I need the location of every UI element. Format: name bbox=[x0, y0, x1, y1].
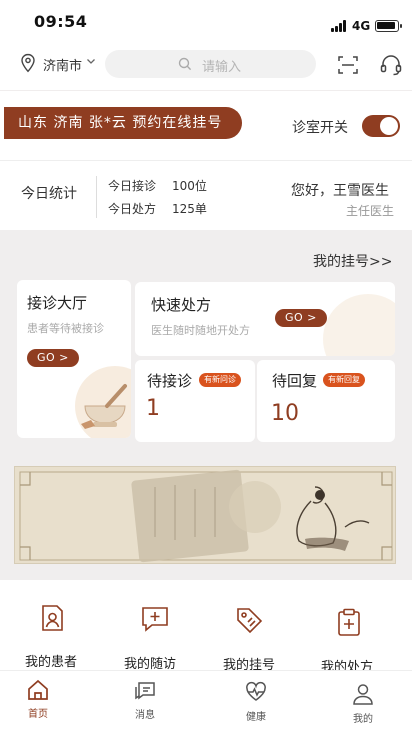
quick-prescription-go-button[interactable]: GO > bbox=[275, 309, 327, 327]
reception-hall-title: 接诊大厅 bbox=[27, 294, 88, 312]
tab-health-label[interactable]: 健康 bbox=[246, 708, 266, 723]
stats-divider bbox=[96, 176, 97, 218]
tab-messages-label[interactable]: 消息 bbox=[135, 706, 155, 721]
battery-icon bbox=[375, 20, 402, 32]
room-switch-label: 诊室开关 bbox=[292, 120, 348, 136]
my-registration-link[interactable]: 我的挂号>> bbox=[313, 251, 392, 271]
stats-title: 今日统计 bbox=[21, 186, 77, 202]
scan-icon[interactable] bbox=[338, 55, 358, 75]
room-switch-toggle[interactable] bbox=[362, 115, 400, 137]
signal-icon bbox=[331, 20, 349, 32]
message-icon[interactable] bbox=[133, 679, 157, 703]
pending-replies-count: 10 bbox=[271, 401, 299, 426]
new-consult-badge: 有新问诊 bbox=[199, 373, 241, 387]
quick-prescription-title: 快速处方 bbox=[151, 296, 212, 314]
doctor-title: 主任医生 bbox=[346, 204, 395, 218]
grid-label-my-patients[interactable]: 我的患者 bbox=[25, 651, 77, 670]
stat-value-visits: 100位 bbox=[172, 179, 207, 193]
tag-icon[interactable] bbox=[234, 605, 264, 635]
chevron-down-icon[interactable] bbox=[85, 55, 97, 67]
status-time: 09:54 bbox=[34, 12, 88, 31]
registration-banner[interactable]: 山东 济南 张*云 预约在线挂号 bbox=[4, 107, 242, 139]
network-type: 4G bbox=[352, 19, 371, 33]
prescription-clipboard-icon[interactable] bbox=[334, 607, 364, 637]
health-heart-icon[interactable] bbox=[244, 680, 268, 704]
tab-profile-label[interactable]: 我的 bbox=[353, 710, 373, 725]
chinese-painting-banner[interactable] bbox=[14, 466, 396, 564]
pending-visits-title: 待接诊 bbox=[147, 372, 193, 390]
decorative-circle bbox=[323, 294, 395, 356]
reception-hall-subtitle: 患者等待被接诊 bbox=[27, 322, 104, 335]
pending-visits-count: 1 bbox=[146, 396, 160, 421]
quick-prescription-subtitle: 医生随时随地开处方 bbox=[151, 324, 250, 337]
home-icon[interactable] bbox=[26, 678, 50, 702]
pending-replies-title: 待回复 bbox=[272, 372, 318, 390]
stat-label-visits: 今日接诊 bbox=[108, 179, 157, 193]
app-screen: 09:54 4G 济南市 请输入 山东 济南 张*云 预约在线挂号 诊室开关 今… bbox=[0, 0, 412, 732]
stat-value-prescriptions: 125单 bbox=[172, 202, 207, 216]
search-icon bbox=[178, 57, 192, 71]
customer-service-headset-icon[interactable] bbox=[379, 53, 403, 77]
tab-home-label[interactable]: 首页 bbox=[28, 705, 48, 720]
patient-record-icon[interactable] bbox=[37, 603, 67, 633]
traditional-painting-illustration bbox=[19, 469, 393, 563]
doctor-greeting: 您好，王雪医生 bbox=[291, 183, 389, 199]
toggle-knob bbox=[380, 117, 398, 135]
location-pin-icon[interactable] bbox=[20, 53, 36, 73]
city-selector[interactable]: 济南市 bbox=[43, 55, 82, 74]
followup-chat-icon[interactable] bbox=[140, 604, 170, 634]
mortar-pestle-illustration-icon bbox=[81, 384, 127, 429]
reception-hall-go-button[interactable]: GO > bbox=[27, 349, 79, 367]
stat-label-prescriptions: 今日处方 bbox=[108, 202, 157, 216]
search-placeholder: 请输入 bbox=[202, 60, 242, 75]
user-icon[interactable] bbox=[351, 682, 375, 706]
new-reply-badge: 有新回复 bbox=[323, 373, 365, 387]
